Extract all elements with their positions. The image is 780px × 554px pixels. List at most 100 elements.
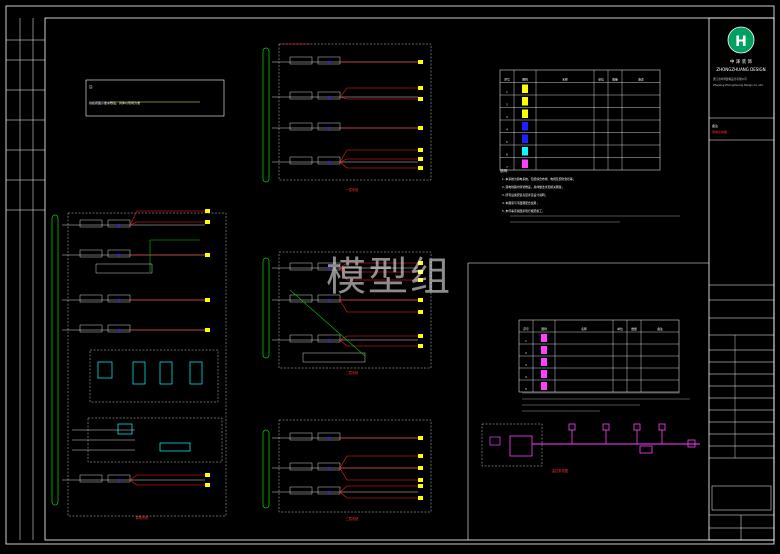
caption-floor-3: 三层系统	[346, 516, 360, 521]
outlet-symbol	[418, 496, 423, 500]
floor-box	[278, 43, 432, 181]
junction-dot	[117, 223, 121, 227]
legend-symbol	[541, 334, 547, 342]
junction-dot	[327, 60, 331, 64]
tv-monitor	[117, 423, 133, 435]
camera-icon	[568, 423, 576, 431]
logo-letter: H	[735, 34, 747, 50]
legend-row-number: 1	[525, 339, 527, 343]
caption-floor-2: 二层系统	[346, 370, 360, 375]
outlet-symbol	[418, 148, 423, 152]
cable-run	[339, 96, 418, 100]
outlet-symbol	[205, 209, 210, 213]
legend-symbol	[522, 147, 528, 156]
outlet-symbol	[418, 310, 423, 314]
outlet-symbol	[418, 344, 423, 348]
distribution-box	[79, 249, 103, 258]
cable-run	[339, 491, 418, 499]
legend-row-number: 3	[525, 363, 527, 367]
cable-run	[339, 339, 418, 347]
legend-header: 名称	[562, 78, 568, 82]
legend-header: 名称	[581, 327, 587, 331]
junction-dot	[327, 95, 331, 99]
camera-icon	[602, 423, 610, 431]
outlet-symbol	[418, 484, 423, 488]
left-strip	[6, 18, 45, 540]
junction-dot	[327, 490, 331, 494]
riser-pipe	[51, 214, 59, 506]
legend-header: 备注	[657, 327, 663, 331]
distribution-box	[79, 219, 103, 228]
outlet-symbol	[418, 466, 423, 470]
legend-symbol	[522, 122, 528, 131]
distribution-box	[79, 474, 103, 483]
junction-dot	[327, 126, 331, 130]
distribution-box	[289, 156, 313, 165]
junction-dot	[327, 338, 331, 342]
distribution-box	[289, 91, 313, 100]
legend-symbol	[522, 84, 528, 93]
rack-cabinet	[132, 361, 146, 385]
note-box: 注： 线缆按图示要求敷设，具体以现场为准	[85, 79, 225, 117]
junction-dot	[327, 436, 331, 440]
legend-symbol	[541, 358, 547, 366]
outlet-symbol	[418, 166, 423, 170]
legend-header: 单位	[598, 78, 604, 82]
right-lower-frame	[467, 262, 709, 540]
outlet-symbol	[418, 478, 423, 482]
outlet-symbol	[418, 454, 423, 458]
distribution-box	[289, 462, 313, 471]
explanation-line-2: 2. 弱电线路均穿管敷设，具体做法详见相关图集；	[502, 185, 564, 189]
legend-header: 图例	[541, 327, 547, 331]
outlet-symbol	[418, 60, 423, 64]
legend-symbol	[541, 382, 547, 390]
junction-dot	[327, 160, 331, 164]
distribution-box	[289, 122, 313, 131]
cable-run	[129, 221, 205, 226]
riser-pipe	[262, 257, 270, 359]
legend-header: 图例	[522, 78, 528, 82]
caption-floor-1: 一层系统	[346, 187, 360, 192]
distribution-box	[289, 432, 313, 441]
rack-cabinet	[97, 361, 113, 379]
distribution-box	[289, 486, 313, 495]
distribution-box	[79, 324, 103, 333]
junction-dot	[117, 478, 121, 482]
junction-dot	[327, 466, 331, 470]
distribution-box	[289, 262, 313, 271]
legend-row-number: 2	[506, 103, 508, 107]
distribution-box	[289, 334, 313, 343]
cable-run	[129, 474, 205, 481]
cable-run	[339, 161, 418, 169]
legend-header: 序号	[523, 327, 529, 331]
explanation-line-1: 1. 本系统为弱电系统，包括综合布线、电视及安防监控等；	[502, 177, 575, 181]
note-label: 备注	[712, 123, 718, 128]
poe-switch	[639, 445, 653, 454]
network-switch	[302, 352, 366, 363]
explanation-block-2	[522, 392, 690, 412]
legend-symbol	[522, 134, 528, 143]
rack-cabinet	[159, 361, 173, 385]
outlet-symbol	[418, 126, 423, 130]
legend-symbol	[541, 346, 547, 354]
camera-icon	[658, 423, 666, 431]
legend-symbol	[522, 97, 528, 106]
outlet-symbol	[418, 97, 423, 101]
legend-row-number: 2	[525, 351, 527, 355]
riser-pipe	[262, 429, 270, 509]
cable-run	[339, 158, 418, 163]
cable-run	[339, 485, 418, 493]
rack-cabinet	[189, 361, 203, 385]
outlet-symbol	[205, 483, 210, 487]
distribution-box	[289, 294, 313, 303]
legend-header: 备注	[638, 78, 644, 82]
distribution-box	[79, 294, 103, 303]
cable-run	[339, 335, 418, 341]
title-red-note: 弱电系统图	[712, 129, 727, 134]
drawing-sheet: H 中 泽 装 饰 ZHONGZHUANG DESIGN 浙江省中泽建筑设计有限…	[0, 0, 780, 550]
company-name-cn: 中 泽 装 饰	[730, 58, 753, 65]
company-line-2: Zhejiang Zhongzhuang Design Co.,Ltd.	[713, 83, 764, 87]
outlet-symbol	[418, 436, 423, 440]
legend-table-top: 序号 图例 名称 单位 数量 备注1234567	[499, 69, 661, 171]
caption-monitor-system: 监控系统图	[552, 468, 568, 473]
